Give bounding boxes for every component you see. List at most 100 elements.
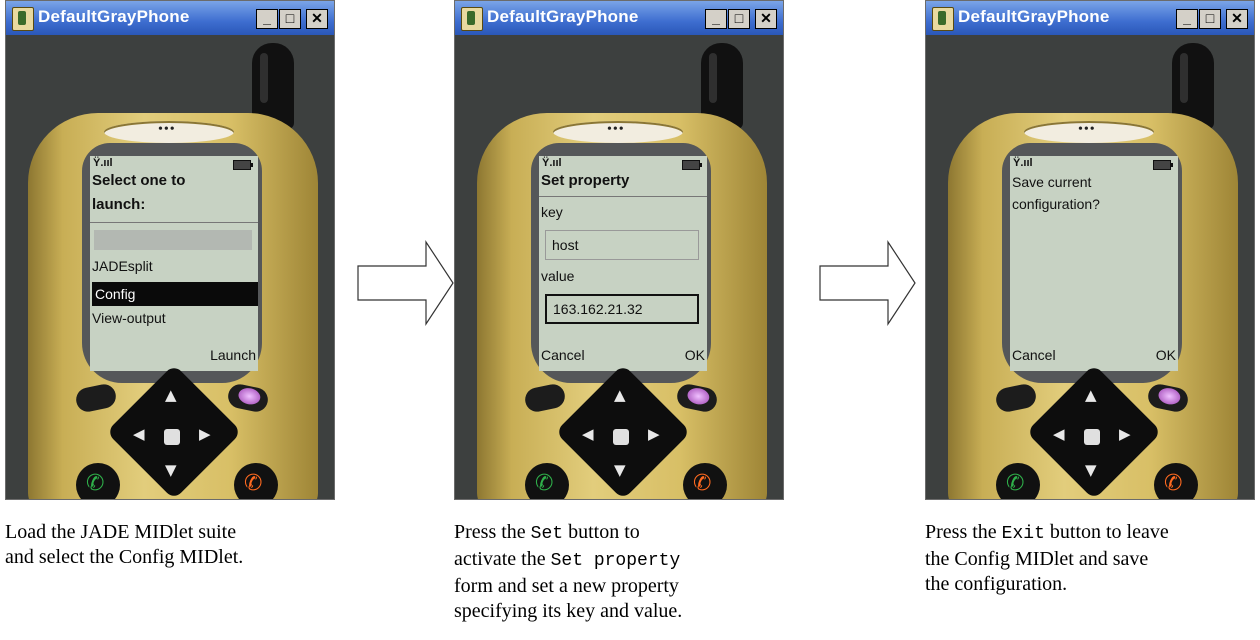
signal-icon: Ÿ.ııl: [542, 157, 562, 169]
caption-line: form and set a new property: [454, 575, 679, 597]
window-frame: DefaultGrayPhone _ □ ✕ Ÿ.ııl Set propert…: [454, 0, 784, 500]
window-title: DefaultGrayPhone: [958, 7, 1110, 26]
right-arrow-icon[interactable]: ▶: [199, 425, 211, 443]
minimize-button[interactable]: _: [256, 9, 278, 29]
softkey-ok-label[interactable]: OK: [685, 347, 705, 363]
softkey-cancel-label[interactable]: Cancel: [541, 347, 585, 363]
up-arrow-icon[interactable]: ▲: [165, 386, 177, 404]
emulator-window-3: DefaultGrayPhone _ □ ✕ Ÿ.ııl Save curren…: [925, 0, 1255, 500]
window-frame: DefaultGrayPhone _ □ ✕ Ÿ.ııl Select one …: [5, 0, 335, 500]
list-item-view-output[interactable]: View-output: [92, 310, 166, 326]
call-key[interactable]: ✆: [525, 463, 569, 499]
title-bar: DefaultGrayPhone _ □ ✕: [455, 1, 783, 35]
up-arrow-icon[interactable]: ▲: [614, 386, 626, 404]
phone-red-icon: ✆: [693, 471, 712, 496]
divider: [90, 222, 258, 223]
caption-text: Press the: [454, 521, 531, 543]
caption-text: Press the: [925, 521, 1002, 543]
softkey-cancel-label[interactable]: Cancel: [1012, 347, 1056, 363]
caption-line: Load the JADE MIDlet suite: [5, 521, 237, 543]
value-label: value: [541, 268, 575, 284]
phone-screen: Ÿ.ııl Save current configuration? Cancel…: [1010, 156, 1178, 371]
status-bar: Ÿ.ııl: [1013, 157, 1173, 171]
status-bar: Ÿ.ııl: [542, 157, 702, 171]
left-arrow-icon[interactable]: ◀: [582, 425, 594, 443]
phone-app-icon: [461, 7, 483, 31]
battery-icon: [1153, 160, 1173, 170]
close-button[interactable]: ✕: [306, 9, 328, 29]
caption-text: button to leave: [1044, 521, 1169, 543]
maximize-button[interactable]: □: [1199, 9, 1221, 29]
confirm-message: Save current: [1012, 174, 1092, 190]
earpiece-speaker: [104, 121, 234, 143]
caption-code-set-property: Set property: [550, 551, 681, 571]
phone-red-icon: ✆: [244, 471, 263, 496]
softkey-ok-label[interactable]: OK: [1156, 347, 1176, 363]
close-button[interactable]: ✕: [755, 9, 777, 29]
end-call-key[interactable]: ✆: [683, 463, 727, 499]
phone-app-icon: [12, 7, 34, 31]
signal-icon: Ÿ.ııl: [93, 157, 113, 169]
earpiece-speaker: [1024, 121, 1154, 143]
battery-icon: [682, 160, 702, 170]
select-key[interactable]: [613, 429, 629, 445]
confirm-message-line2: configuration?: [1012, 196, 1100, 212]
end-call-key[interactable]: ✆: [234, 463, 278, 499]
caption-line: activate the Set property: [454, 547, 784, 574]
caption-code-exit: Exit: [1001, 524, 1045, 544]
caption-step-2: Press the Set button to activate the Set…: [454, 520, 784, 624]
down-arrow-icon[interactable]: ▼: [165, 461, 177, 479]
select-key[interactable]: [164, 429, 180, 445]
end-call-key[interactable]: ✆: [1154, 463, 1198, 499]
left-arrow-icon[interactable]: ◀: [133, 425, 145, 443]
right-arrow-icon[interactable]: ▶: [1119, 425, 1131, 443]
window-title: DefaultGrayPhone: [487, 7, 639, 26]
list-item-config-selected[interactable]: Config: [92, 282, 258, 306]
minimize-button[interactable]: _: [705, 9, 727, 29]
maximize-button[interactable]: □: [728, 9, 750, 29]
down-arrow-icon[interactable]: ▼: [614, 461, 626, 479]
value-input[interactable]: 163.162.21.32: [545, 294, 699, 324]
caption-line: the configuration.: [925, 573, 1068, 595]
phone-app-icon: [932, 7, 954, 31]
list-item-jadesplit[interactable]: JADEsplit: [92, 258, 153, 274]
caption-text: activate the: [454, 548, 551, 570]
softkey-launch-label[interactable]: Launch: [210, 347, 256, 363]
phone-green-icon: ✆: [535, 471, 554, 496]
call-key[interactable]: ✆: [996, 463, 1040, 499]
caption-step-1: Load the JADE MIDlet suite and select th…: [5, 520, 335, 570]
up-arrow-icon[interactable]: ▲: [1085, 386, 1097, 404]
earpiece-speaker: [553, 121, 683, 143]
phone-green-icon: ✆: [1006, 471, 1025, 496]
window-frame: DefaultGrayPhone _ □ ✕ Ÿ.ııl Save curren…: [925, 0, 1255, 500]
signal-icon: Ÿ.ııl: [1013, 157, 1033, 169]
right-arrow-icon[interactable]: ▶: [648, 425, 660, 443]
caption-line: specifying its key and value.: [454, 600, 683, 622]
caption-line: the Config MIDlet and save: [925, 548, 1149, 570]
minimize-button[interactable]: _: [1176, 9, 1198, 29]
emulator-window-1: DefaultGrayPhone _ □ ✕ Ÿ.ııl Select one …: [5, 0, 335, 500]
flow-arrow-2: [819, 239, 916, 327]
maximize-button[interactable]: □: [279, 9, 301, 29]
screen-heading-line2: launch:: [92, 196, 146, 213]
window-title: DefaultGrayPhone: [38, 7, 190, 26]
caption-line: Press the Set button to: [454, 520, 784, 547]
down-arrow-icon[interactable]: ▼: [1085, 461, 1097, 479]
phone-green-icon: ✆: [86, 471, 105, 496]
caption-code-set: Set: [530, 524, 564, 544]
divider: [539, 196, 707, 197]
close-button[interactable]: ✕: [1226, 9, 1248, 29]
left-arrow-icon[interactable]: ◀: [1053, 425, 1065, 443]
title-bar: DefaultGrayPhone _ □ ✕: [926, 1, 1254, 35]
key-input[interactable]: host: [545, 230, 699, 260]
call-key[interactable]: ✆: [76, 463, 120, 499]
key-label: key: [541, 204, 563, 220]
caption-line: Press the Exit button to leave: [925, 520, 1255, 547]
battery-icon: [233, 160, 253, 170]
select-key[interactable]: [1084, 429, 1100, 445]
phone-screen: Ÿ.ııl Set property key host value 163.16…: [539, 156, 707, 371]
caption-text: button to: [563, 521, 640, 543]
screen-heading: Select one to: [92, 172, 186, 189]
list-item-placeholder[interactable]: [94, 230, 252, 250]
form-title: Set property: [541, 172, 630, 189]
